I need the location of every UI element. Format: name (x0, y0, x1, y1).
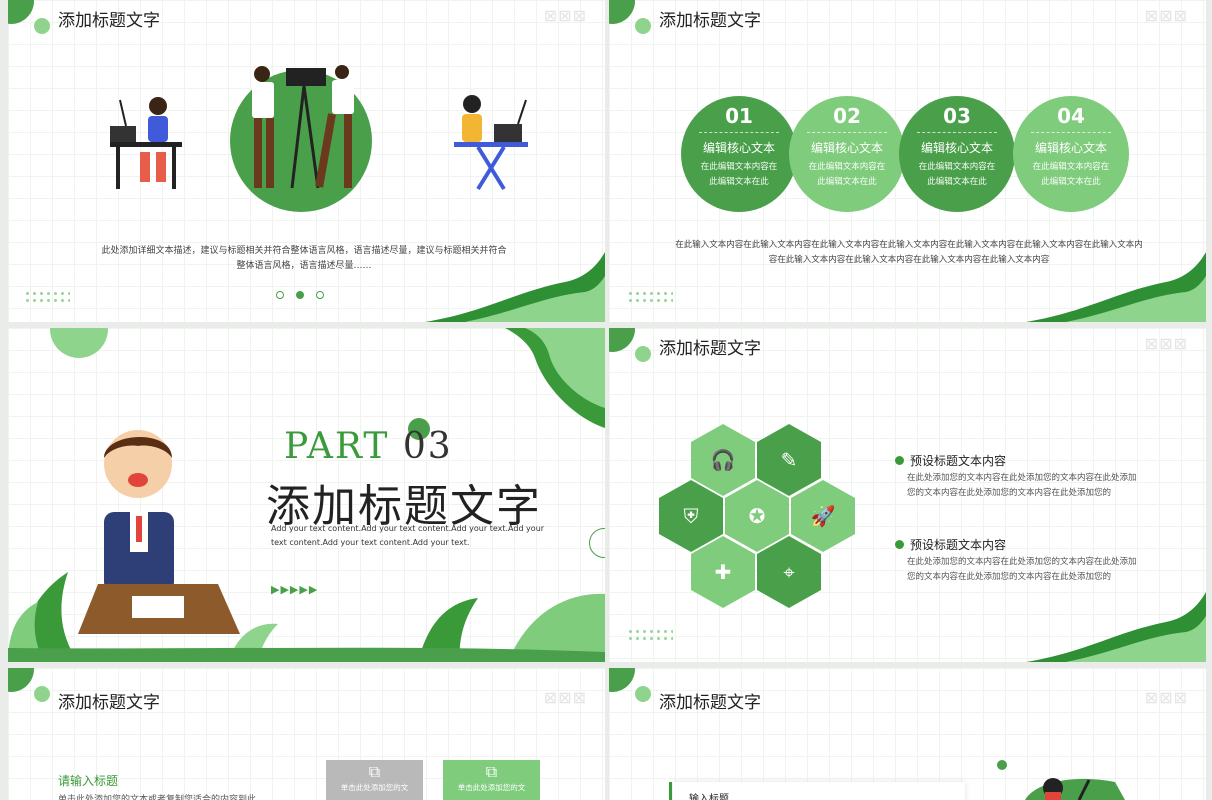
step-number: 03 (943, 104, 971, 128)
illustration-camera-crew (252, 65, 354, 189)
dots-decoration (627, 628, 673, 642)
corner-circle (609, 328, 635, 352)
devices-icon: ⧉ (368, 762, 381, 781)
slide-3[interactable]: PART 03 添加标题文字 Add your text content.Add… (8, 328, 605, 662)
hexagon-cluster: 🎧 ✎ ⛨ ✪ 🚀 ✚ ⌖ (657, 420, 857, 620)
x-decoration-icon: ⊠⊠⊠ (543, 6, 587, 25)
award-icon: ✪ (725, 480, 789, 552)
corner-dot (635, 346, 651, 362)
page-dot-1[interactable] (276, 291, 284, 299)
corner-circle (8, 0, 34, 24)
illustration-podcaster-left (110, 97, 182, 189)
bullet-text-1: 在此处添加您的文本内容在此处添加您的文本内容在此处添加 您的文本内容在此处添加您的… (907, 473, 1137, 498)
bullet-title-1: 预设标题文本内容 (895, 452, 1006, 469)
illustration-podcaster-right (454, 95, 528, 191)
step-heading: 编辑核心文本 (1034, 141, 1107, 155)
pen-icon: ✎ (757, 424, 821, 496)
location-icon: ⌖ (757, 536, 821, 608)
slide-title: 添加标题文字 (659, 693, 761, 713)
dots-decoration (627, 290, 673, 304)
card-1[interactable]: ⧉ 单击此处添加您的文 (326, 760, 423, 800)
slide-title: 添加标题文字 (659, 339, 761, 359)
corner-circle (8, 668, 34, 692)
step-circle-2: 02 编辑核心文本 在此编辑文本内容在 此编辑文本在此 (789, 96, 905, 212)
x-decoration-icon: ⊠⊠⊠ (1144, 6, 1188, 25)
step-text: 在此编辑文本内容在 此编辑文本在此 (808, 162, 886, 187)
devices-icon: ⧉ (485, 762, 498, 781)
section-heading: 请输入标题 (58, 774, 119, 788)
plant-decoration (8, 572, 605, 662)
step-text: 在此编辑文本内容在 此编辑文本在此 (1032, 162, 1110, 187)
step-heading: 编辑核心文本 (702, 141, 775, 155)
step-number: 01 (725, 104, 753, 128)
x-decoration-icon: ⊠⊠⊠ (543, 688, 587, 707)
step-number: 04 (1057, 104, 1085, 128)
slide-title: 添加标题文字 (58, 693, 160, 713)
leaf-corner-top-right (505, 328, 605, 428)
slide-1[interactable]: 添加标题文字 ⊠⊠⊠ 此处添加详细文本描述，建议与标题相关并符合整体语言风格，语… (8, 0, 605, 322)
step-circle-4: 04 编辑核心文本 在此编辑文本内容在 此编辑文本在此 (1013, 96, 1129, 212)
step-heading: 编辑核心文本 (810, 141, 883, 155)
top-circle-decoration (50, 328, 108, 358)
step-number: 02 (833, 104, 861, 128)
slide-6[interactable]: 添加标题文字 ⊠⊠⊠ 输入标题 (609, 668, 1206, 800)
corner-dot (34, 686, 50, 702)
step-text: 在此编辑文本内容在 此编辑文本在此 (700, 162, 778, 187)
green-wave-corner (425, 252, 605, 322)
shield-icon: ⛨ (659, 480, 723, 552)
bullet-text-2: 在此处添加您的文本内容在此处添加您的文本内容在此处添加 您的文本内容在此处添加您的… (907, 557, 1137, 582)
green-wave-corner (1026, 592, 1206, 662)
title-box-label: 输入标题 (689, 794, 729, 800)
headset-icon: 🎧 (691, 424, 755, 496)
accent-dot (997, 760, 1007, 770)
slide-2[interactable]: 添加标题文字 ⊠⊠⊠ 01 编辑核心文本 在此编辑文本内容在 此编辑文本在此 02… (609, 0, 1206, 322)
slide-5[interactable]: 添加标题文字 ⊠⊠⊠ 请输入标题 单击此处添加您的文本或者复制您适合的内容到此 … (8, 668, 605, 800)
title-box-accent (669, 782, 672, 800)
green-wave-corner (1026, 252, 1206, 322)
pagination[interactable] (270, 284, 330, 303)
step-heading: 编辑核心文本 (920, 141, 993, 155)
corner-dot (635, 686, 651, 702)
corner-circle (609, 668, 635, 692)
card-label: 单击此处添加您的文 (457, 783, 526, 792)
part-label: PART 03 (284, 426, 453, 467)
page-dot-2[interactable] (296, 291, 304, 299)
corner-dot (34, 18, 50, 34)
corner-dot (635, 18, 651, 34)
slide-title: 添加标题文字 (659, 11, 761, 31)
illustration-podcaster (1025, 778, 1125, 800)
x-decoration-icon: ⊠⊠⊠ (1144, 334, 1188, 353)
step-circle-3: 03 编辑核心文本 在此编辑文本内容在 此编辑文本在此 (899, 96, 1015, 212)
card-label: 单击此处添加您的文 (340, 783, 409, 792)
dots-decoration (24, 290, 70, 304)
bullet-title-2: 预设标题文本内容 (895, 536, 1006, 553)
slide-4[interactable]: 添加标题文字 ⊠⊠⊠ 🎧 ✎ ⛨ ✪ 🚀 ✚ ⌖ 预设标题文本内容 在此处添加您… (609, 328, 1206, 662)
card-2[interactable]: ⧉ 单击此处添加您的文 (443, 760, 540, 800)
rocket-icon: 🚀 (791, 480, 855, 552)
step-circle-1: 01 编辑核心文本 在此编辑文本内容在 此编辑文本在此 (681, 96, 797, 212)
x-decoration-icon: ⊠⊠⊠ (1144, 688, 1188, 707)
slide-title: 添加标题文字 (58, 11, 160, 31)
step-text: 在此编辑文本内容在 此编辑文本在此 (918, 162, 996, 187)
section-subtext: 单击此处添加您的文本或者复制您适合的内容到此 (58, 795, 257, 800)
page-dot-3[interactable] (316, 291, 324, 299)
corner-circle (609, 0, 635, 24)
puzzle-icon: ✚ (691, 536, 755, 608)
